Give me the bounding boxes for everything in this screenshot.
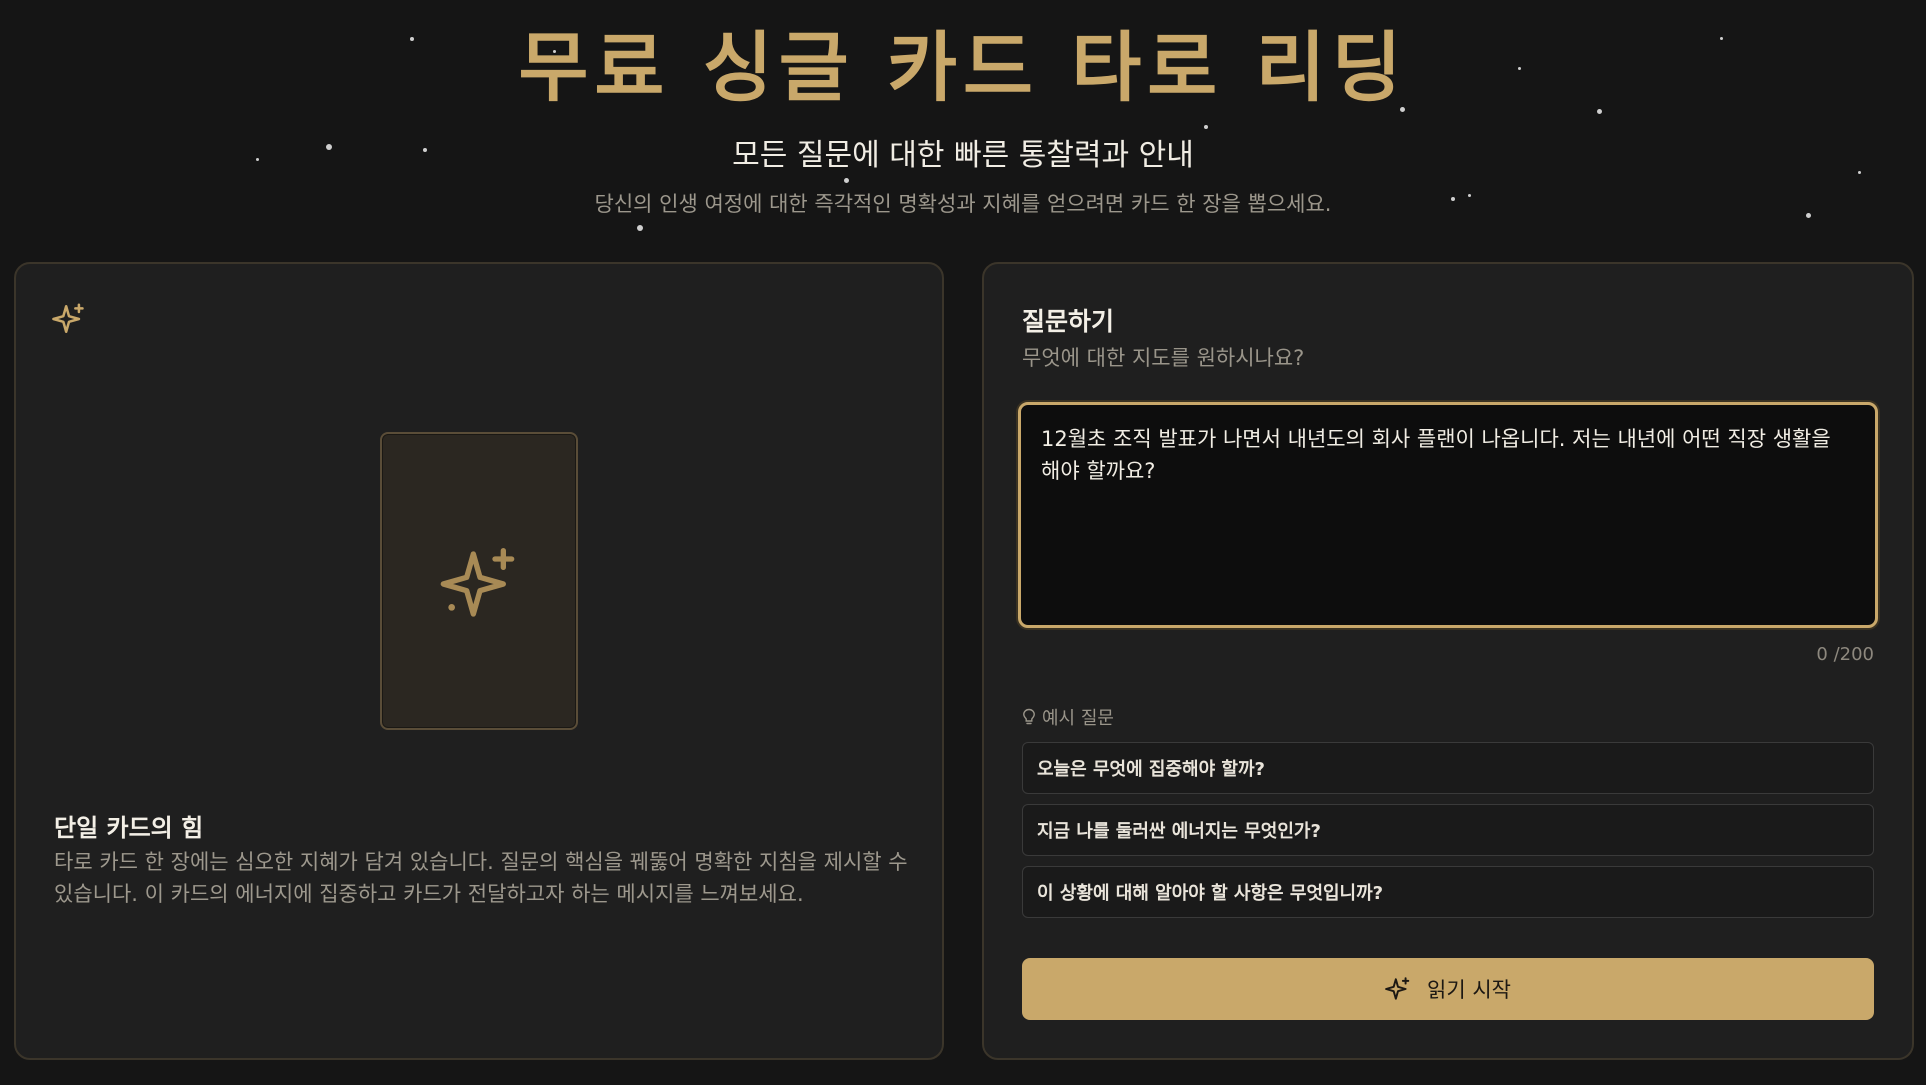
examples-label-text: 예시 질문 (1042, 708, 1114, 729)
card-power-description: 타로 카드 한 장에는 심오한 지혜가 담겨 있습니다. 질문의 핵심을 꿰뚫어… (54, 850, 908, 906)
page: 무료 싱글 카드 타로 리딩 모든 질문에 대한 빠른 통찰력과 안내 당신의 … (0, 0, 1926, 1085)
question-input[interactable] (1018, 402, 1878, 628)
sparkles-icon (52, 303, 84, 334)
question-panel: 질문하기 무엇에 대한 지도를 원하시나요? 0 /200 예시 질문 오늘은 … (982, 262, 1914, 1060)
example-question-1[interactable]: 오늘은 무엇에 집중해야 할까? (1022, 742, 1874, 794)
hero-header: 무료 싱글 카드 타로 리딩 모든 질문에 대한 빠른 통찰력과 안내 당신의 … (0, 0, 1926, 218)
card-display-panel: 단일 카드의 힘 타로 카드 한 장에는 심오한 지혜가 담겨 있습니다. 질문… (14, 262, 944, 1060)
page-title: 무료 싱글 카드 타로 리딩 (518, 23, 1408, 112)
page-subtitle: 모든 질문에 대한 빠른 통찰력과 안내 (732, 138, 1194, 173)
example-question-2[interactable]: 지금 나를 둘러싼 에너지는 무엇인가? (1022, 804, 1874, 856)
examples-label: 예시 질문 (1022, 704, 1114, 730)
tarot-card[interactable] (380, 432, 578, 730)
lightbulb-icon (1023, 708, 1035, 725)
card-power-title: 단일 카드의 힘 (54, 814, 204, 842)
character-counter: 0 /200 (1816, 644, 1874, 665)
page-description: 당신의 인생 여정에 대한 즉각적인 명확성과 지혜를 얻으려면 카드 한 장을… (594, 192, 1332, 216)
sparkles-icon (440, 548, 515, 617)
start-reading-button[interactable]: 읽기 시작 (1022, 958, 1874, 1020)
start-reading-label: 읽기 시작 (1427, 978, 1511, 1002)
sparkles-icon (1385, 977, 1410, 1000)
question-subtitle: 무엇에 대한 지도를 원하시나요? (1022, 346, 1305, 370)
question-title: 질문하기 (1022, 307, 1115, 336)
example-question-3[interactable]: 이 상황에 대해 알아야 할 사항은 무엇입니까? (1022, 866, 1874, 918)
